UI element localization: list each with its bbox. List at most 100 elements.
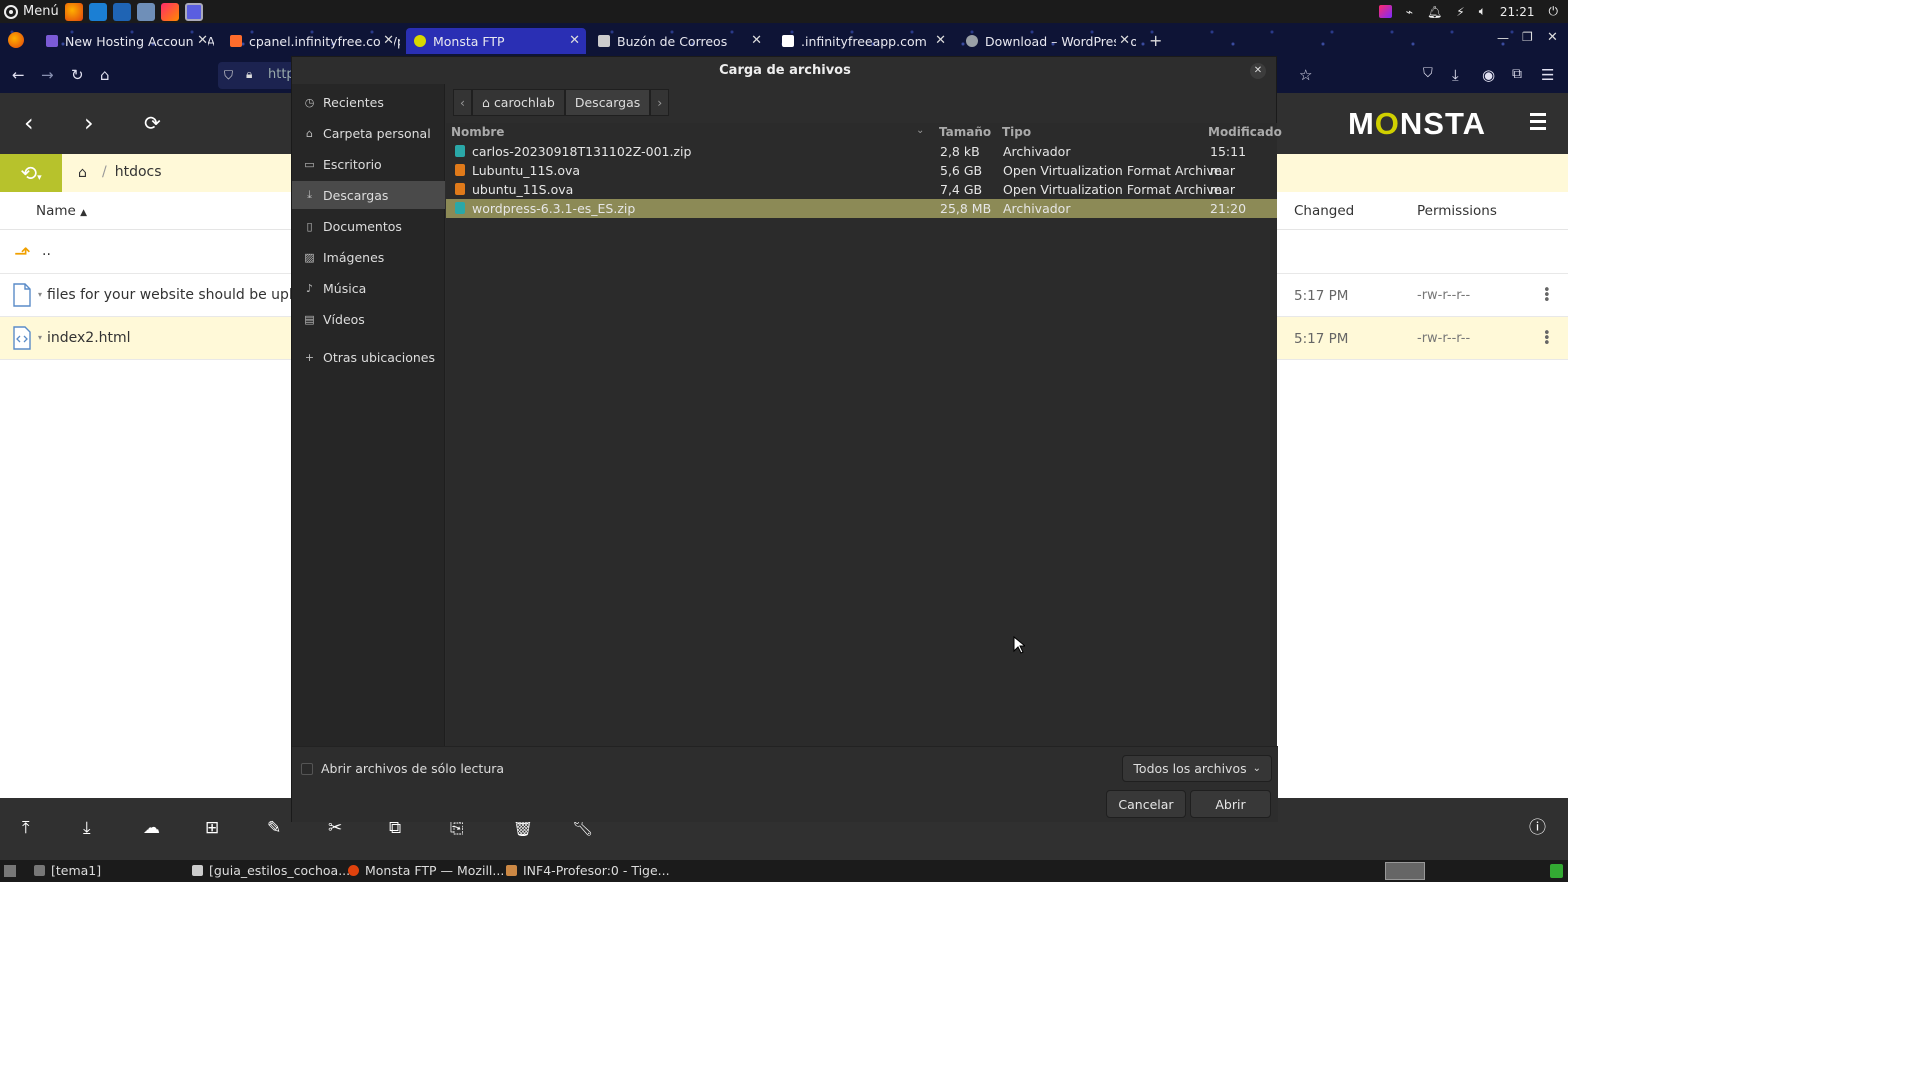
jetbrains-launcher-icon[interactable]: [160, 2, 179, 21]
place-carpeta-personal[interactable]: ⌂ Carpeta personal: [292, 119, 445, 147]
firefox-launcher-icon[interactable]: [64, 2, 83, 21]
refresh-icon[interactable]: ⟳: [144, 111, 161, 135]
forward-arrow-icon[interactable]: →: [41, 66, 54, 84]
close-tab-icon[interactable]: ✕: [935, 33, 946, 48]
close-icon[interactable]: ✕: [1250, 63, 1266, 79]
delete-icon[interactable]: 🗑︎: [512, 820, 534, 837]
tab-hosting-account[interactable]: New Hosting Account: Ac ✕: [38, 28, 214, 54]
open-button[interactable]: Abrir: [1190, 790, 1271, 818]
breadcrumb-htdocs[interactable]: htdocs: [115, 164, 162, 180]
update-manager-icon[interactable]: [1550, 864, 1563, 878]
file-row[interactable]: ubuntu_11S.ova 7,4 GB Open Virtualizatio…: [446, 180, 1277, 199]
column-nombre-header[interactable]: Nombre: [451, 125, 504, 139]
path-back-chevron-icon[interactable]: ‹: [453, 89, 472, 116]
app-menu-button[interactable]: Menú: [0, 4, 59, 19]
url-bar[interactable]: ⛉ 🔒︎ http: [218, 62, 296, 89]
place-descargas[interactable]: ⤓ Descargas: [292, 181, 445, 209]
column-tamano-header[interactable]: Tamaño: [939, 125, 991, 139]
close-window-button[interactable]: ✕: [1547, 30, 1558, 45]
file-row[interactable]: carlos-20230918T131102Z-001.zip 2,8 kB A…: [446, 142, 1277, 161]
new-tab-button[interactable]: +: [1149, 31, 1162, 50]
back-arrow-icon[interactable]: ←: [12, 66, 25, 84]
download-icon[interactable]: ⤓: [83, 820, 91, 837]
tab-cpanel[interactable]: cpanel.infinityfree.com/p ✕: [222, 28, 400, 54]
column-changed-header[interactable]: Changed: [1294, 203, 1354, 219]
forward-chevron-icon[interactable]: ›: [84, 111, 94, 135]
place-imagenes[interactable]: ▨ Imágenes: [292, 243, 445, 271]
show-desktop-icon[interactable]: [4, 865, 16, 877]
settings-wrench-icon[interactable]: 🔧︎: [572, 820, 594, 837]
close-tab-icon[interactable]: ✕: [194, 33, 208, 48]
column-name-header[interactable]: Name ▲: [36, 203, 87, 219]
info-icon[interactable]: ⓘ: [1529, 820, 1546, 837]
history-icon[interactable]: ⟲▾: [0, 154, 62, 192]
vscode-launcher-icon[interactable]: [88, 2, 107, 21]
place-otras-ubicaciones[interactable]: + Otras ubicaciones: [292, 343, 445, 371]
bookmark-star-icon[interactable]: ☆: [1299, 66, 1312, 84]
path-forward-chevron-icon[interactable]: ›: [650, 89, 670, 116]
place-escritorio[interactable]: ▭ Escritorio: [292, 150, 445, 178]
writer-launcher-icon[interactable]: [112, 2, 131, 21]
copy-icon[interactable]: ⧉: [389, 820, 401, 837]
column-tipo-header[interactable]: Tipo: [1002, 125, 1031, 139]
place-documentos[interactable]: ▯ Documentos: [292, 212, 445, 240]
minimize-window-button[interactable]: —: [1497, 31, 1509, 45]
upload-icon[interactable]: ⤒: [22, 820, 30, 837]
cloud-download-icon[interactable]: ☁: [143, 820, 160, 837]
path-segment-descargas[interactable]: Descargas: [564, 89, 651, 116]
close-tab-icon[interactable]: ✕: [1116, 33, 1130, 48]
hamburger-menu-icon[interactable]: [1530, 113, 1546, 134]
virtualbox-launcher-icon[interactable]: [136, 2, 155, 21]
workspace-switcher[interactable]: [1385, 862, 1425, 880]
firefox-menu-icon[interactable]: [8, 32, 24, 48]
close-tab-icon[interactable]: ✕: [569, 33, 580, 48]
tab-buzon-correos[interactable]: Buzón de Correos ✕: [590, 28, 768, 54]
place-videos[interactable]: ▤ Vídeos: [292, 305, 445, 333]
account-icon[interactable]: ◉: [1482, 66, 1495, 84]
downloads-icon[interactable]: ⤓: [1452, 66, 1459, 84]
paste-icon[interactable]: ⎘: [450, 820, 464, 837]
taskbar-item-guia-estilos[interactable]: [guia_estilos_cochoa....: [192, 863, 354, 878]
file-row-selected[interactable]: wordpress-6.3.1-es_ES.zip 25,8 MB Archiv…: [446, 199, 1277, 218]
back-chevron-icon[interactable]: ‹: [24, 111, 34, 135]
row-dropdown-icon[interactable]: ▾: [38, 290, 42, 299]
network-tray-icon[interactable]: ⌁: [1406, 5, 1413, 19]
taskbar-item-monsta-firefox[interactable]: Monsta FTP — Mozill...: [348, 863, 504, 878]
row-menu-icon[interactable]: • • •: [1543, 327, 1551, 350]
app-menu-icon[interactable]: ☰: [1541, 66, 1554, 84]
jetbrains-toolbox-tray-icon[interactable]: [1378, 5, 1392, 18]
column-modificado-header[interactable]: Modificado: [1208, 125, 1282, 139]
taskbar-item-tema1[interactable]: [tema1]: [34, 863, 101, 878]
taskbar-item-tigervnc[interactable]: INF4-Profesor:0 - Tige...: [506, 863, 670, 878]
cut-icon[interactable]: ✂: [328, 820, 342, 837]
tab-wordpress-download[interactable]: Download – WordPress.o ✕: [958, 28, 1136, 54]
home-folder-icon[interactable]: ⌂: [78, 165, 87, 181]
tab-infinityfreeapp[interactable]: .infinityfreeapp.com ✕: [774, 28, 952, 54]
tab-monsta-ftp[interactable]: Monsta FTP ✕: [406, 28, 586, 54]
reload-icon[interactable]: ↻: [71, 66, 84, 84]
file-filter-select[interactable]: Todos los archivos ⌄: [1122, 755, 1272, 782]
home-icon[interactable]: ⌂: [100, 66, 110, 84]
power-tray-icon[interactable]: ⚡︎: [1456, 5, 1464, 19]
sort-chevron-down-icon[interactable]: ⌄: [916, 125, 924, 136]
notifications-tray-icon[interactable]: 🔔︎: [1427, 5, 1442, 19]
new-item-icon[interactable]: ⊞: [205, 820, 219, 837]
checkbox-box[interactable]: [301, 762, 313, 775]
window-launcher-icon[interactable]: [184, 2, 203, 21]
row-dropdown-icon[interactable]: ▾: [38, 333, 42, 342]
readonly-checkbox[interactable]: Abrir archivos de sólo lectura: [301, 761, 504, 776]
extensions-icon[interactable]: ⧉: [1512, 66, 1522, 82]
pocket-icon[interactable]: ⛉: [1423, 66, 1433, 81]
clock[interactable]: 21:21: [1500, 5, 1535, 19]
close-tab-icon[interactable]: ✕: [380, 33, 394, 48]
column-permissions-header[interactable]: Permissions: [1417, 203, 1497, 219]
close-tab-icon[interactable]: ✕: [751, 33, 762, 48]
path-segment-home[interactable]: ⌂ carochlab: [472, 89, 565, 116]
shutdown-icon[interactable]: ⏻: [1549, 4, 1559, 19]
volume-tray-icon[interactable]: 🔈︎: [1479, 4, 1486, 19]
place-recientes[interactable]: ◷ Recientes: [292, 88, 445, 116]
file-row[interactable]: Lubuntu_11S.ova 5,6 GB Open Virtualizati…: [446, 161, 1277, 180]
row-menu-icon[interactable]: • • •: [1543, 284, 1551, 307]
edit-icon[interactable]: ✎: [267, 820, 281, 837]
place-musica[interactable]: ♪ Música: [292, 274, 445, 302]
